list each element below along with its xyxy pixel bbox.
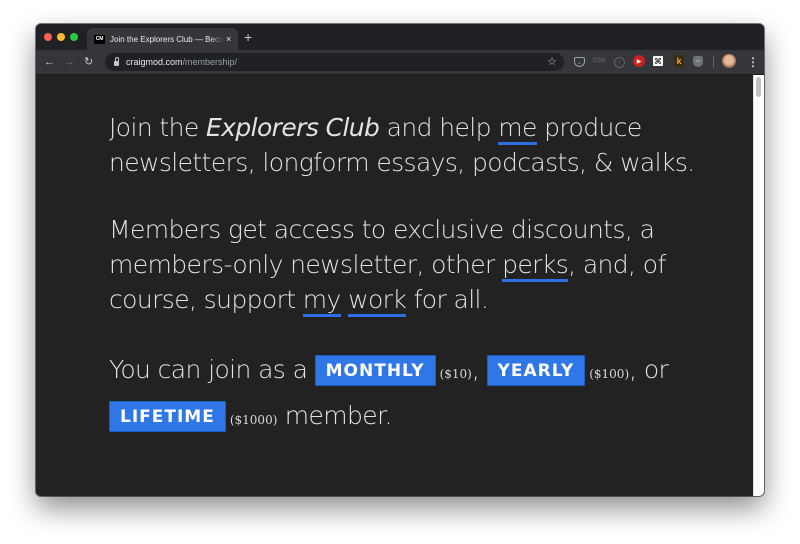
url-path: /membership/ [182, 57, 238, 67]
forward-arrow-icon[interactable]: → [64, 54, 75, 70]
vertical-scrollbar[interactable] [753, 75, 764, 496]
css-extension-icon[interactable]: CSS [593, 55, 605, 67]
intro-text: Join the [109, 113, 206, 142]
info-extension-icon[interactable]: i [614, 57, 625, 68]
address-bar[interactable]: craigmod.com/membership/ ☆ [105, 53, 564, 71]
join-paragraph: You can join as a MONTHLY ($10), YEARLY ($… [109, 349, 719, 441]
membership-content: Join the Explorers Club and help me prod… [109, 110, 719, 473]
minimize-window-button[interactable] [57, 33, 65, 41]
url-text[interactable]: craigmod.com/membership/ [126, 57, 237, 67]
me-link[interactable]: me [498, 113, 537, 145]
reload-icon[interactable]: ↻ [84, 54, 93, 70]
monthly-button[interactable]: MONTHLY [314, 355, 436, 386]
url-domain: craigmod.com [126, 57, 183, 67]
benefits-paragraph: Members get access to exclusive discount… [109, 212, 719, 317]
join-text: You can join as a [109, 355, 315, 384]
browser-window: CM Join the Explorers Club — Become a me… [36, 24, 764, 496]
perks-link[interactable]: perks [502, 250, 569, 282]
new-tab-button[interactable]: + [244, 29, 252, 45]
join-text: , [471, 355, 487, 384]
lock-icon[interactable] [114, 56, 119, 66]
benefits-text: for all. [406, 285, 489, 314]
lifetime-price: ($1000) [229, 413, 278, 427]
pocket-extension-icon[interactable]: ⌄ [574, 57, 585, 67]
my-link[interactable]: my [302, 285, 341, 317]
join-text: , or [629, 355, 669, 384]
shield-extension-icon[interactable]: ᵒᵒ [693, 56, 703, 67]
intro-paragraph: Join the Explorers Club and help me prod… [109, 110, 719, 180]
yearly-button[interactable]: YEARLY [486, 355, 586, 386]
toolbar-divider [713, 56, 714, 68]
close-tab-icon[interactable]: × [226, 34, 231, 44]
active-tab[interactable]: CM Join the Explorers Club — Become a me… [87, 28, 238, 50]
k-extension-icon[interactable]: k [674, 55, 684, 67]
bookmark-star-icon[interactable]: ☆ [547, 55, 557, 68]
page-viewport: Join the Explorers Club and help me prod… [36, 75, 764, 496]
join-text: member. [277, 401, 393, 430]
grid-extension-icon[interactable]: ⌘ [653, 56, 663, 66]
youtube-extension-icon[interactable]: ▶ [633, 55, 645, 67]
explorers-club-name: Explorers Club [205, 113, 380, 142]
scrollbar-thumb[interactable] [756, 77, 761, 97]
intro-text: and help [379, 113, 499, 142]
yearly-price: ($100) [589, 367, 630, 381]
lifetime-button[interactable]: LIFETIME [109, 401, 226, 432]
maximize-window-button[interactable] [70, 33, 78, 41]
back-arrow-icon[interactable]: ← [44, 54, 55, 70]
tab-title: Join the Explorers Club — Become a membe… [110, 34, 224, 44]
monthly-price: ($10) [439, 367, 472, 381]
browser-toolbar: ← → ↻ craigmod.com/membership/ ☆ ⌄ CSS i… [36, 50, 764, 75]
favicon-icon: CM [94, 34, 105, 44]
kebab-menu-icon[interactable]: ⋮ [747, 54, 759, 70]
close-window-button[interactable] [44, 33, 52, 41]
work-link[interactable]: work [348, 285, 407, 317]
tab-strip: CM Join the Explorers Club — Become a me… [36, 24, 764, 50]
profile-avatar[interactable] [722, 54, 736, 68]
